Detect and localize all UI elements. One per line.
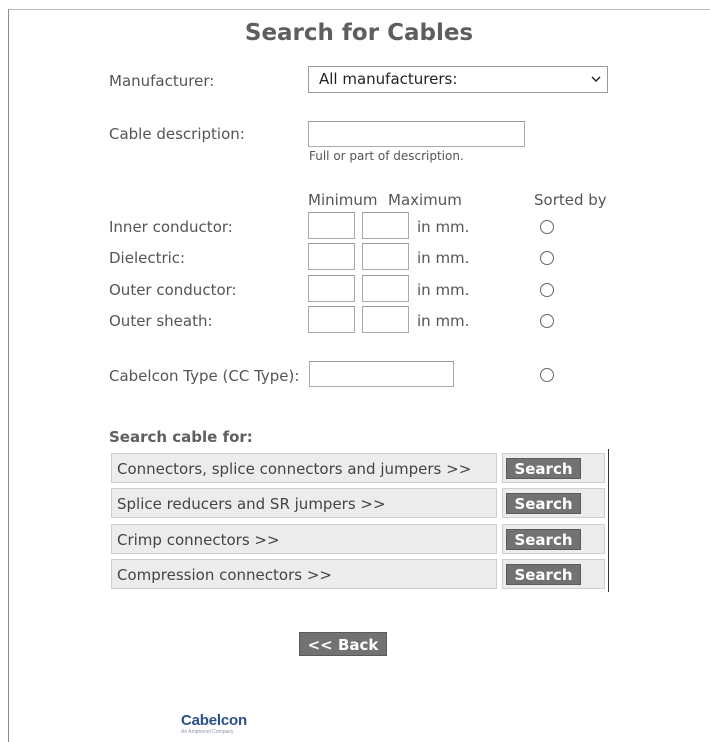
dielectric-label: Dielectric: xyxy=(109,249,186,267)
outer-conductor-unit: in mm. xyxy=(417,281,470,299)
inner-conductor-min-input[interactable] xyxy=(308,212,355,239)
sorted-by-column-header: Sorted by xyxy=(534,191,607,209)
dielectric-unit: in mm. xyxy=(417,249,470,267)
dielectric-min-input[interactable] xyxy=(308,243,355,270)
cc-type-sort-radio[interactable] xyxy=(540,368,554,382)
compression-connectors-link-text: Compression connectors >> xyxy=(117,566,332,584)
search-splice-reducers-button[interactable]: Search xyxy=(506,493,581,514)
search-crimp-connectors-button[interactable]: Search xyxy=(506,529,581,550)
search-compression-connectors-button[interactable]: Search xyxy=(506,564,581,585)
outer-sheath-max-input[interactable] xyxy=(362,306,409,333)
minimum-column-header: Minimum xyxy=(308,191,378,209)
outer-sheath-sort-radio[interactable] xyxy=(540,314,554,328)
search-row-label: Splice reducers and SR jumpers >> xyxy=(111,488,497,518)
dielectric-max-input[interactable] xyxy=(362,243,409,270)
splice-reducers-link-text: Splice reducers and SR jumpers >> xyxy=(117,495,386,513)
inner-conductor-unit: in mm. xyxy=(417,218,470,236)
outer-sheath-min-input[interactable] xyxy=(308,306,355,333)
dielectric-sort-radio[interactable] xyxy=(540,251,554,265)
search-row-button-cell: Search xyxy=(502,488,605,518)
cc-type-input[interactable] xyxy=(309,361,454,387)
search-connectors-button[interactable]: Search xyxy=(506,458,581,479)
manufacturer-selected-value: All manufacturers: xyxy=(319,70,458,88)
search-row-label: Compression connectors >> xyxy=(111,559,497,589)
inner-conductor-sort-radio[interactable] xyxy=(540,220,554,234)
logo-tagline-text: An Amphenol Company xyxy=(181,729,234,735)
search-row-button-cell: Search xyxy=(502,453,605,483)
outer-conductor-max-input[interactable] xyxy=(362,275,409,302)
outer-conductor-min-input[interactable] xyxy=(308,275,355,302)
description-hint: Full or part of description. xyxy=(309,149,464,163)
outer-sheath-unit: in mm. xyxy=(417,312,470,330)
chevron-down-icon xyxy=(591,76,601,82)
inner-conductor-max-input[interactable] xyxy=(362,212,409,239)
search-row-button-cell: Search xyxy=(502,524,605,554)
table-divider xyxy=(608,449,609,592)
manufacturer-select[interactable]: All manufacturers: xyxy=(308,66,608,93)
cc-type-label: Cabelcon Type (CC Type): xyxy=(109,367,300,385)
manufacturer-label: Manufacturer: xyxy=(109,72,215,90)
description-label: Cable description: xyxy=(109,125,245,143)
outer-sheath-label: Outer sheath: xyxy=(109,312,213,330)
search-row-label: Crimp connectors >> xyxy=(111,524,497,554)
description-input[interactable] xyxy=(308,121,525,147)
search-options-table: Connectors, splice connectors and jumper… xyxy=(109,449,611,592)
logo-brand-text: Cabelcon xyxy=(181,712,247,729)
crimp-connectors-link-text: Crimp connectors >> xyxy=(117,531,280,549)
inner-conductor-label: Inner conductor: xyxy=(109,218,233,236)
search-row-label: Connectors, splice connectors and jumper… xyxy=(111,453,497,483)
search-row-button-cell: Search xyxy=(502,559,605,589)
outer-conductor-label: Outer conductor: xyxy=(109,281,237,299)
search-cable-for-heading: Search cable for: xyxy=(109,428,253,446)
page-title: Search for Cables xyxy=(244,20,474,46)
maximum-column-header: Maximum xyxy=(388,191,462,209)
back-button[interactable]: << Back xyxy=(299,632,387,656)
cabelcon-logo[interactable]: Cabelcon An Amphenol Company xyxy=(181,712,261,738)
connectors-link-text: Connectors, splice connectors and jumper… xyxy=(117,460,472,478)
outer-conductor-sort-radio[interactable] xyxy=(540,283,554,297)
